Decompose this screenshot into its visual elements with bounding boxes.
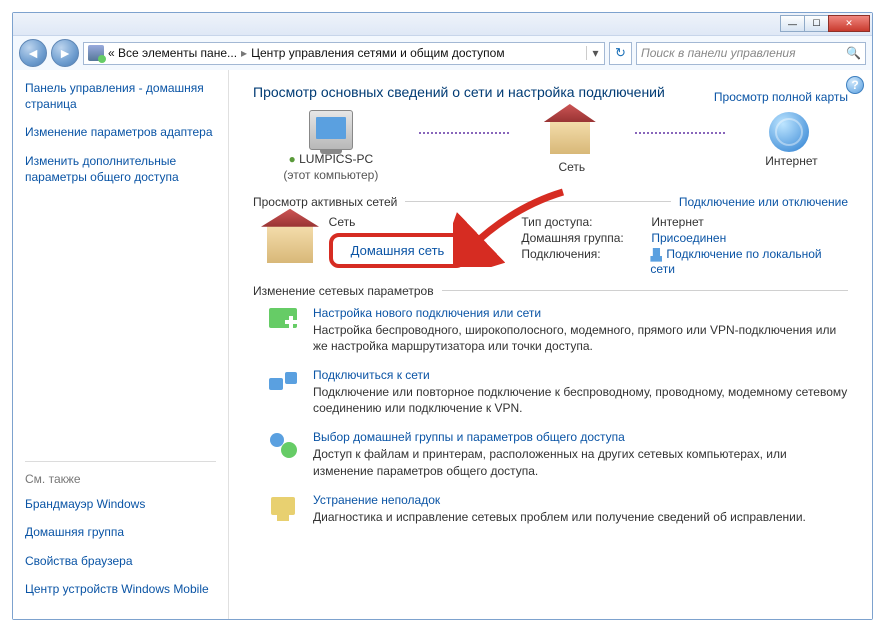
close-button[interactable]: ✕ xyxy=(828,15,870,32)
connect-network-icon xyxy=(267,368,299,400)
task-new-connection-link[interactable]: Настройка нового подключения или сети xyxy=(313,306,541,320)
nav-row: ◄ ► « Все элементы пане... ▸ Центр управ… xyxy=(13,36,872,70)
access-type-value: Интернет xyxy=(651,215,703,229)
network-map: ● LUMPICS-PC (этот компьютер) Сеть Интер… xyxy=(253,110,848,189)
homegroup-label: Домашняя группа: xyxy=(521,231,651,245)
map-internet-label: Интернет xyxy=(765,154,817,168)
minimize-button[interactable]: — xyxy=(780,15,805,32)
breadcrumb-sep-icon: ▸ xyxy=(237,46,251,60)
house-icon xyxy=(550,118,590,154)
map-line-icon xyxy=(419,132,509,134)
breadcrumb-part2[interactable]: Центр управления сетями и общим доступом xyxy=(251,46,505,60)
task-troubleshoot-link[interactable]: Устранение неполадок xyxy=(313,493,440,507)
see-also-section: См. также Брандмауэр Windows Домашняя гр… xyxy=(25,461,216,609)
map-node-net: Сеть xyxy=(550,110,594,174)
main-content: ? Просмотр основных сведений о сети и на… xyxy=(229,70,872,619)
access-type-label: Тип доступа: xyxy=(521,215,651,229)
see-also-title: См. также xyxy=(25,472,216,486)
computer-icon xyxy=(309,110,353,150)
seealso-firewall[interactable]: Брандмауэр Windows xyxy=(25,496,216,512)
seealso-homegroup[interactable]: Домашняя группа xyxy=(25,524,216,540)
address-bar[interactable]: « Все элементы пане... ▸ Центр управлени… xyxy=(83,42,605,65)
sidebar-link-adapter[interactable]: Изменение параметров адаптера xyxy=(25,124,216,140)
maximize-button[interactable]: ☐ xyxy=(804,15,829,32)
change-settings-heading: Изменение сетевых параметров xyxy=(253,284,434,298)
homegroup-link[interactable]: Присоединен xyxy=(651,231,726,245)
globe-icon xyxy=(769,112,809,152)
map-node-internet: Интернет xyxy=(765,110,817,168)
map-node-pc: ● LUMPICS-PC (этот компьютер) xyxy=(283,110,378,183)
active-networks-heading: Просмотр активных сетей xyxy=(253,195,397,209)
window-frame: — ☐ ✕ ◄ ► « Все элементы пане... ▸ Центр… xyxy=(12,12,873,620)
new-connection-icon xyxy=(267,306,299,338)
divider xyxy=(442,290,848,291)
task-desc: Доступ к файлам и принтерам, расположенн… xyxy=(313,446,848,478)
titlebar: — ☐ ✕ xyxy=(13,13,872,36)
task-item: Настройка нового подключения или сети Нас… xyxy=(267,306,848,354)
breadcrumb-part1[interactable]: « Все элементы пане... xyxy=(108,46,237,60)
homegroup-icon xyxy=(267,430,299,462)
map-pc-label: LUMPICS-PC xyxy=(299,152,373,166)
task-desc: Настройка беспроводного, широкополосного… xyxy=(313,322,848,354)
map-line-icon xyxy=(635,132,725,134)
search-icon: 🔍 xyxy=(846,46,861,60)
network-house-icon xyxy=(267,223,313,263)
connections-label: Подключения: xyxy=(521,247,650,276)
divider xyxy=(405,201,671,202)
connect-disconnect-link[interactable]: Подключение или отключение xyxy=(679,195,848,209)
sidebar-link-home[interactable]: Панель управления - домашняя страница xyxy=(25,80,216,112)
refresh-button[interactable]: ↻ xyxy=(609,42,632,65)
map-pc-sublabel: (этот компьютер) xyxy=(283,168,378,182)
address-dropdown-icon[interactable]: ▾ xyxy=(586,46,604,60)
address-icon xyxy=(88,45,104,61)
forward-button[interactable]: ► xyxy=(51,39,79,67)
network-type-link[interactable]: Домашняя сеть xyxy=(329,233,467,268)
task-desc: Диагностика и исправление сетевых пробле… xyxy=(313,509,806,525)
sidebar: Панель управления - домашняя страница Из… xyxy=(13,70,229,619)
task-item: Выбор домашней группы и параметров общег… xyxy=(267,430,848,478)
plug-icon xyxy=(650,248,662,262)
help-icon[interactable]: ? xyxy=(846,76,864,94)
back-button[interactable]: ◄ xyxy=(19,39,47,67)
troubleshoot-icon xyxy=(267,493,299,525)
connection-link[interactable]: Подключение по локальной сети xyxy=(650,247,821,276)
task-connect-link[interactable]: Подключиться к сети xyxy=(313,368,430,382)
search-placeholder: Поиск в панели управления xyxy=(641,46,796,60)
seealso-browser[interactable]: Свойства браузера xyxy=(25,553,216,569)
search-input[interactable]: Поиск в панели управления 🔍 xyxy=(636,42,866,65)
network-name: Сеть xyxy=(329,215,508,229)
sidebar-link-sharing[interactable]: Изменить дополнительные параметры общего… xyxy=(25,153,216,185)
map-net-label: Сеть xyxy=(550,160,594,174)
task-item: Устранение неполадок Диагностика и исправ… xyxy=(267,493,848,525)
task-homegroup-link[interactable]: Выбор домашней группы и параметров общег… xyxy=(313,430,625,444)
task-item: Подключиться к сети Подключение или повто… xyxy=(267,368,848,416)
full-map-link[interactable]: Просмотр полной карты xyxy=(714,90,848,104)
task-desc: Подключение или повторное подключение к … xyxy=(313,384,848,416)
seealso-mobile[interactable]: Центр устройств Windows Mobile xyxy=(25,581,216,597)
